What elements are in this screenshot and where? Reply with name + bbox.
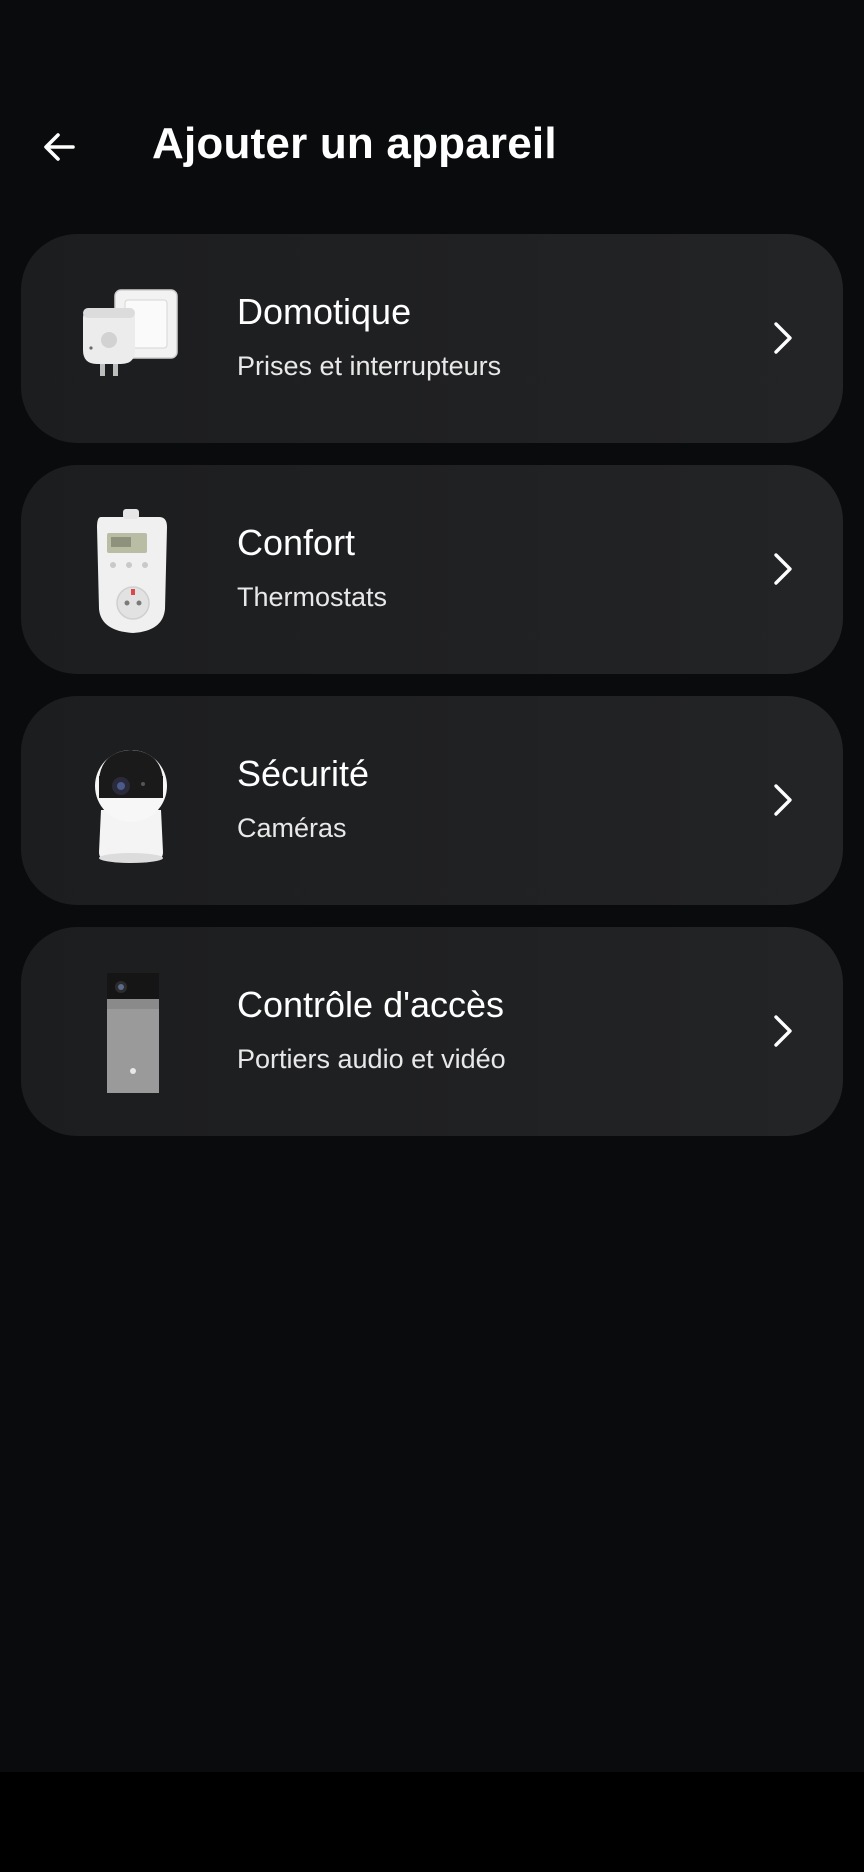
category-title: Contrôle d'accès [237, 984, 505, 1025]
add-device-screen: Ajouter un appareil Domotique Prises et … [0, 0, 864, 1872]
category-title: Sécurité [237, 753, 370, 794]
category-subtitle: Caméras [237, 813, 347, 843]
category-title: Domotique [237, 291, 412, 332]
category-card-domotique[interactable]: Domotique Prises et interrupteurs [21, 234, 843, 443]
indoor-camera-image [71, 740, 191, 864]
video-doorbell-image [71, 971, 191, 1095]
category-card-securite[interactable]: Sécurité Caméras [21, 696, 843, 905]
system-navigation-bar [0, 1772, 864, 1872]
smart-plug-and-switch-image [71, 278, 191, 402]
category-subtitle: Prises et interrupteurs [237, 351, 502, 381]
category-title: Confort [237, 522, 356, 563]
category-subtitle: Thermostats [237, 582, 388, 612]
category-card-confort[interactable]: Confort Thermostats [21, 465, 843, 674]
arrow-left-icon [44, 133, 75, 161]
chevron-right-icon [763, 1011, 803, 1051]
chevron-right-icon [763, 780, 803, 820]
back-button[interactable] [28, 116, 90, 178]
category-card-controle-acces[interactable]: Contrôle d'accès Portiers audio et vidéo [21, 927, 843, 1136]
page-title: Ajouter un appareil [152, 119, 557, 168]
device-category-list: Domotique Prises et interrupteurs Confor… [21, 234, 843, 1158]
chevron-right-icon [763, 318, 803, 358]
top-app-bar: Ajouter un appareil [0, 96, 864, 196]
category-subtitle: Portiers audio et vidéo [237, 1044, 506, 1074]
plug-thermostat-image [71, 509, 191, 633]
chevron-right-icon [763, 549, 803, 589]
